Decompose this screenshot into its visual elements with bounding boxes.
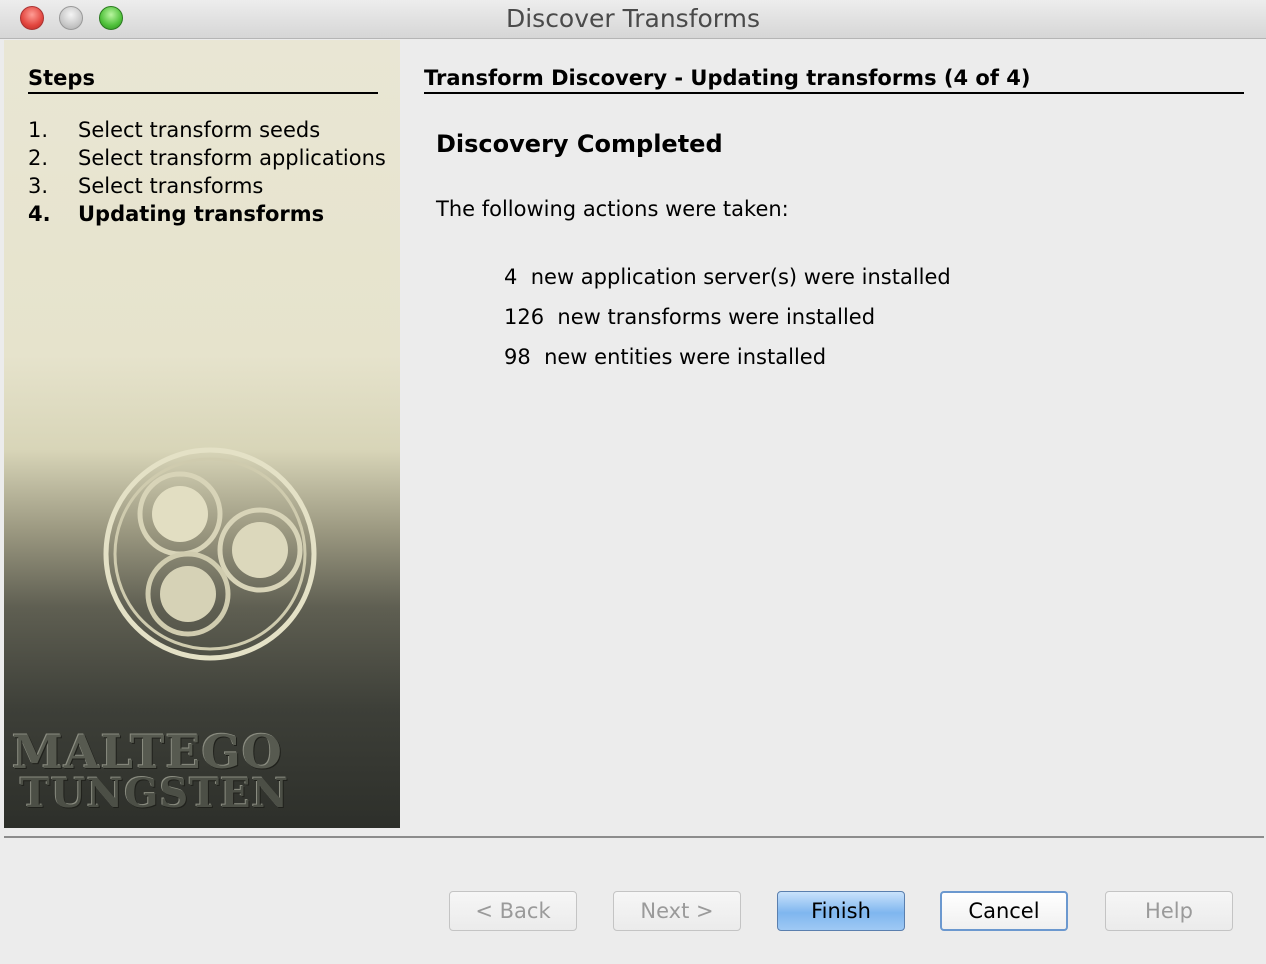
cancel-button[interactable]: Cancel (940, 891, 1068, 931)
window-title: Discover Transforms (505, 4, 761, 33)
step-label: Select transform applications (78, 146, 386, 170)
step-item-active: 4. Updating transforms (28, 200, 386, 228)
finish-button[interactable]: Finish (777, 891, 905, 931)
help-button[interactable]: Help (1105, 891, 1233, 931)
wizard-content-panel: Transform Discovery - Updating transform… (424, 40, 1244, 830)
wizard-steps-sidebar: Steps 1. Select transform seeds 2. Select … (4, 40, 400, 828)
maltego-tungsten-brand: MALTEGO TUNGSTEN (12, 725, 400, 817)
step-number: 2. (28, 146, 49, 170)
step-item: 1. Select transform seeds (28, 116, 386, 144)
steps-heading: Steps (28, 64, 378, 94)
step-number: 3. (28, 174, 49, 198)
step-label: Updating transforms (78, 202, 325, 226)
maltego-logo-icon (103, 447, 317, 661)
actions-intro: The following actions were taken: (436, 197, 789, 221)
content-heading: Transform Discovery - Updating transform… (424, 64, 1244, 94)
action-item: 4 new application server(s) were install… (504, 265, 951, 289)
brand-line-1: MALTEGO (12, 725, 283, 779)
title-bar: Discover Transforms (0, 0, 1266, 39)
step-item: 3. Select transforms (28, 172, 386, 200)
step-label: Select transform seeds (78, 118, 321, 142)
step-number: 4. (28, 202, 51, 226)
discovery-status: Discovery Completed (436, 130, 723, 158)
action-item: 126 new transforms were installed (504, 305, 876, 329)
steps-list: 1. Select transform seeds 2. Select transf… (28, 116, 386, 228)
step-item: 2. Select transform applications (28, 144, 386, 172)
step-label: Select transforms (78, 174, 264, 198)
back-button[interactable]: < Back (449, 891, 577, 931)
action-item: 98 new entities were installed (504, 345, 827, 369)
button-bar-separator (4, 836, 1264, 838)
discover-transforms-window: Discover Transforms Steps 1. Select trans… (0, 0, 1266, 964)
brand-line-2: TUNGSTEN (20, 770, 290, 817)
next-button[interactable]: Next > (613, 891, 741, 931)
step-number: 1. (28, 118, 49, 142)
